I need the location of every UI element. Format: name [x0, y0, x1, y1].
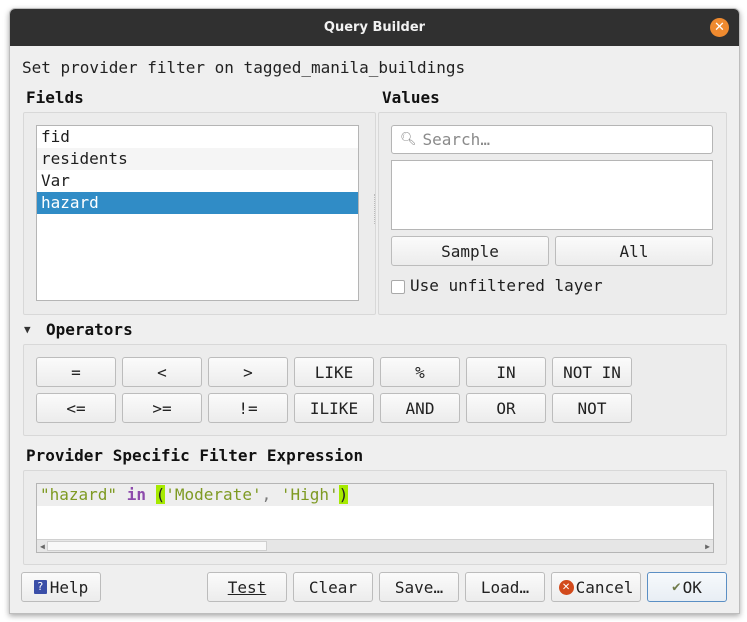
- operators-group: = < > LIKE % IN NOT IN <= >= != ILIKE AN…: [23, 344, 727, 436]
- op-ilike-button[interactable]: ILIKE: [294, 393, 374, 423]
- collapse-triangle-icon[interactable]: ▼: [24, 323, 31, 336]
- field-item[interactable]: residents: [37, 148, 358, 170]
- expression-heading: Provider Specific Filter Expression: [26, 446, 364, 465]
- values-list[interactable]: [391, 160, 713, 230]
- op-greater-equal-button[interactable]: >=: [122, 393, 202, 423]
- cancel-label: Cancel: [575, 577, 634, 597]
- unfiltered-layer-label: Use unfiltered layer: [410, 276, 603, 295]
- scrollbar-thumb[interactable]: [47, 541, 267, 551]
- fields-list[interactable]: fid residents Var hazard: [36, 125, 359, 301]
- op-not-equal-button[interactable]: !=: [208, 393, 288, 423]
- query-builder-dialog: Query Builder ✕ Set provider filter on t…: [9, 8, 740, 614]
- ok-checkmark-icon: ✔: [672, 579, 681, 595]
- values-search-input[interactable]: 🔍︎ Search…: [391, 125, 713, 154]
- search-icon: 🔍︎: [400, 132, 417, 147]
- test-button[interactable]: Test: [207, 572, 287, 602]
- op-not-button[interactable]: NOT: [552, 393, 632, 423]
- expression-group: "hazard" in ('Moderate', 'High') ◀ ▶: [23, 470, 727, 565]
- field-item[interactable]: Var: [37, 170, 358, 192]
- save-label: Save…: [394, 577, 444, 597]
- save-button[interactable]: Save…: [379, 572, 459, 602]
- expr-field-token: "hazard": [40, 485, 118, 504]
- ok-label: OK: [682, 577, 702, 597]
- close-icon: ✕: [714, 20, 725, 35]
- clear-button[interactable]: Clear: [293, 572, 373, 602]
- fields-group: fid residents Var hazard: [23, 112, 376, 315]
- load-label: Load…: [480, 577, 530, 597]
- op-and-button[interactable]: AND: [380, 393, 460, 423]
- field-item[interactable]: fid: [37, 126, 358, 148]
- values-heading: Values: [382, 88, 440, 107]
- fields-heading: Fields: [26, 88, 84, 107]
- op-less-equal-button[interactable]: <=: [36, 393, 116, 423]
- help-label: Help: [49, 577, 89, 597]
- expr-open-paren: (: [155, 485, 166, 504]
- op-like-button[interactable]: LIKE: [294, 357, 374, 387]
- help-icon: ?: [33, 580, 47, 594]
- expr-string-token: 'High': [280, 485, 339, 504]
- all-button[interactable]: All: [555, 236, 713, 266]
- op-equals-button[interactable]: =: [36, 357, 116, 387]
- op-less-button[interactable]: <: [122, 357, 202, 387]
- sample-button[interactable]: Sample: [391, 236, 549, 266]
- search-placeholder: Search…: [422, 130, 490, 149]
- op-not-in-button[interactable]: NOT IN: [552, 357, 632, 387]
- op-or-button[interactable]: OR: [466, 393, 546, 423]
- ok-button[interactable]: ✔ OK: [647, 572, 727, 602]
- load-button[interactable]: Load…: [465, 572, 545, 602]
- dialog-subtitle: Set provider filter on tagged_manila_bui…: [22, 58, 466, 77]
- expr-close-paren: ): [338, 485, 349, 504]
- field-item-selected[interactable]: hazard: [37, 192, 358, 214]
- op-in-button[interactable]: IN: [466, 357, 546, 387]
- clear-label: Clear: [308, 577, 358, 597]
- title-bar: Query Builder ✕: [10, 9, 739, 46]
- expr-keyword-token: in: [126, 485, 146, 504]
- expression-line: "hazard" in ('Moderate', 'High'): [37, 484, 713, 506]
- expr-comma: ,: [261, 485, 272, 504]
- unfiltered-layer-checkbox[interactable]: [391, 280, 405, 294]
- window-title: Query Builder: [323, 20, 426, 35]
- horizontal-scrollbar[interactable]: ◀ ▶: [37, 539, 713, 552]
- help-button[interactable]: ? Help: [21, 572, 101, 602]
- op-greater-button[interactable]: >: [208, 357, 288, 387]
- operators-heading: Operators: [46, 320, 133, 339]
- expr-string-token: 'Moderate': [165, 485, 262, 504]
- expression-editor[interactable]: "hazard" in ('Moderate', 'High') ◀ ▶: [36, 483, 714, 553]
- scroll-left-arrow-icon[interactable]: ◀: [40, 541, 45, 552]
- op-percent-button[interactable]: %: [380, 357, 460, 387]
- cancel-icon: ✕: [558, 579, 574, 595]
- test-label: Test: [227, 577, 267, 597]
- values-group: 🔍︎ Search… Sample All Use unfiltered lay…: [378, 112, 727, 315]
- scroll-right-arrow-icon[interactable]: ▶: [705, 541, 710, 552]
- cancel-button[interactable]: ✕ Cancel: [551, 572, 641, 602]
- close-button[interactable]: ✕: [710, 18, 729, 37]
